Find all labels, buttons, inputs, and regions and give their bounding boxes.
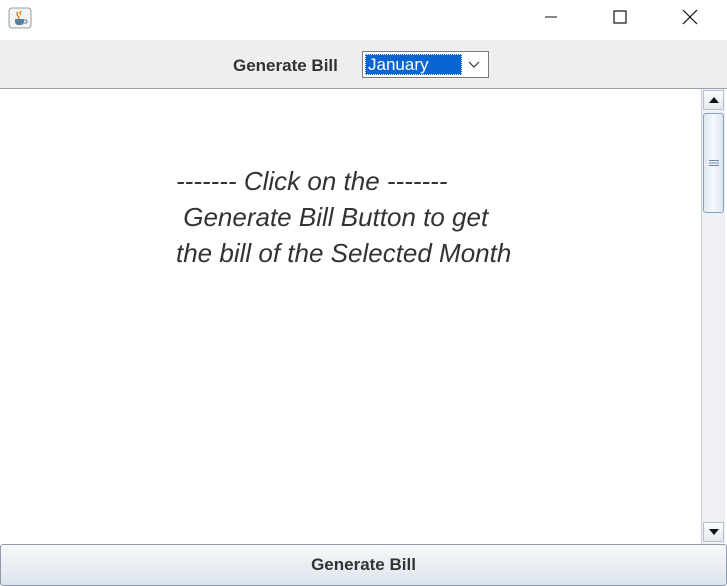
month-select[interactable]: January	[362, 51, 489, 78]
message-line: the bill of the Selected Month	[176, 238, 512, 268]
vertical-scrollbar[interactable]	[701, 89, 725, 544]
close-button[interactable]	[667, 0, 713, 38]
window-titlebar	[0, 0, 727, 40]
java-coffee-cup-icon[interactable]	[8, 7, 32, 29]
month-select-value: January	[365, 54, 462, 75]
scroll-up-button[interactable]	[703, 90, 724, 110]
maximize-icon	[613, 9, 627, 29]
triangle-down-icon	[708, 523, 720, 541]
bill-content-area: ------- Click on the ------- Generate Bi…	[0, 88, 727, 544]
chevron-down-icon[interactable]	[464, 56, 484, 74]
minimize-button[interactable]	[528, 0, 574, 38]
scroll-down-button[interactable]	[703, 522, 724, 542]
close-icon	[682, 9, 698, 30]
generate-bill-button[interactable]: Generate Bill	[0, 544, 727, 586]
grip-icon	[708, 154, 720, 172]
minimize-icon	[544, 10, 558, 29]
generate-bill-label: Generate Bill	[233, 56, 338, 75]
triangle-up-icon	[708, 91, 720, 109]
maximize-button[interactable]	[597, 0, 643, 38]
scroll-thumb[interactable]	[703, 113, 724, 213]
message-line: ------- Click on the -------	[176, 166, 448, 196]
message-line: Generate Bill Button to get	[176, 202, 489, 232]
